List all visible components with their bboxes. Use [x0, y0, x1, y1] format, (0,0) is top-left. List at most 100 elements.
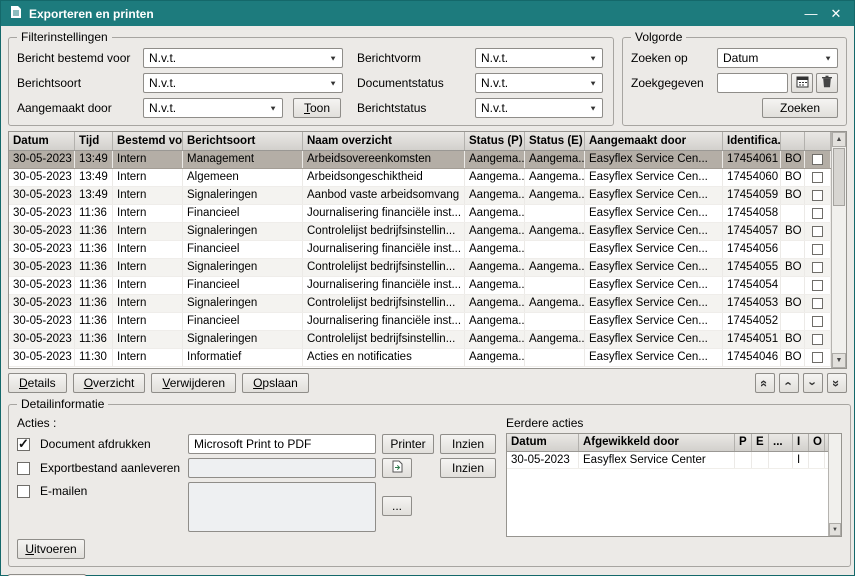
- uitvoeren-button[interactable]: Uitvoeren: [17, 539, 85, 559]
- eerdere-acties-scrollbar[interactable]: ▼: [828, 434, 841, 536]
- opslaan-button[interactable]: Opslaan: [242, 373, 309, 393]
- toon-button[interactable]: Toon: [293, 98, 341, 118]
- column-header[interactable]: Datum: [507, 434, 579, 451]
- row-checkbox[interactable]: [812, 298, 823, 309]
- cell-identificatie: 17454052: [723, 313, 781, 330]
- row-checkbox[interactable]: [812, 352, 823, 363]
- jump-first-button[interactable]: «: [755, 373, 775, 393]
- eerdere-acties-row[interactable]: 30-05-2023Easyflex Service CenterI: [507, 452, 828, 469]
- document-afdrukken-checkbox[interactable]: [17, 438, 30, 451]
- exportbestand-input[interactable]: [188, 458, 376, 478]
- column-header[interactable]: Bestemd voor: [113, 132, 183, 150]
- row-checkbox-cell: [805, 223, 831, 240]
- row-checkbox[interactable]: [812, 172, 823, 183]
- cell-tijd: 11:30: [75, 349, 113, 366]
- column-header[interactable]: [781, 132, 805, 150]
- table-row[interactable]: 30-05-202311:36InternFinancieelJournalis…: [9, 241, 831, 259]
- jump-last-button[interactable]: »: [827, 373, 847, 393]
- row-checkbox-cell: [805, 151, 831, 168]
- table-row[interactable]: 30-05-202311:36InternFinancieelJournalis…: [9, 205, 831, 223]
- row-up-button[interactable]: ‹: [779, 373, 799, 393]
- exportbestand-checkbox[interactable]: [17, 462, 30, 475]
- browse-button[interactable]: ...: [382, 496, 412, 516]
- printer-button[interactable]: Printer: [382, 434, 434, 454]
- row-checkbox[interactable]: [812, 208, 823, 219]
- column-header[interactable]: Naam overzicht: [303, 132, 465, 150]
- cell-status_e: Aangema...: [525, 187, 585, 204]
- scroll-up-button[interactable]: ▲: [832, 132, 846, 147]
- table-row[interactable]: 30-05-202313:49InternSignaleringenAanbod…: [9, 187, 831, 205]
- berichtvorm-select[interactable]: N.v.t.▼: [475, 48, 603, 68]
- table-row[interactable]: 30-05-202311:36InternSignaleringenContro…: [9, 259, 831, 277]
- email-textarea[interactable]: [188, 482, 376, 532]
- column-header[interactable]: Status (P): [465, 132, 525, 150]
- row-checkbox[interactable]: [812, 316, 823, 327]
- table-row[interactable]: 30-05-202313:49InternAlgemeenArbeidsonge…: [9, 169, 831, 187]
- zoeken-op-select[interactable]: Datum▼: [717, 48, 838, 68]
- bestemd-voor-select[interactable]: N.v.t.▼: [143, 48, 343, 68]
- column-header[interactable]: ...: [769, 434, 793, 451]
- verwijderen-button[interactable]: Verwijderen: [151, 373, 236, 393]
- column-header[interactable]: Afgewikkeld door: [579, 434, 735, 451]
- close-button[interactable]: ✕: [827, 6, 845, 22]
- row-checkbox[interactable]: [812, 190, 823, 201]
- calendar-button[interactable]: [791, 73, 813, 93]
- scroll-down-button[interactable]: ▼: [832, 353, 846, 368]
- row-checkbox-cell: [805, 295, 831, 312]
- delete-search-button[interactable]: [816, 73, 838, 93]
- details-button[interactable]: Details: [8, 373, 67, 393]
- table-row[interactable]: 30-05-202311:36InternSignaleringenContro…: [9, 223, 831, 241]
- table-row[interactable]: 30-05-202313:49InternManagementArbeidsov…: [9, 151, 831, 169]
- column-header[interactable]: O: [809, 434, 825, 451]
- arrow-up-icon: ▲: [836, 136, 843, 143]
- dialog-content: Filterinstellingen Bericht bestemd voor …: [1, 26, 854, 576]
- berichtstatus-select[interactable]: N.v.t.▼: [475, 98, 603, 118]
- column-header[interactable]: Aangemaakt door: [585, 132, 723, 150]
- cell-naam: Journalisering financiële inst...: [303, 241, 465, 258]
- zoeken-button[interactable]: Zoeken: [762, 98, 838, 118]
- table-row[interactable]: 30-05-202311:36InternSignaleringenContro…: [9, 295, 831, 313]
- chevron-down-icon: ▼: [824, 54, 832, 62]
- cell-status_e: Aangema...: [525, 295, 585, 312]
- column-header[interactable]: E: [752, 434, 769, 451]
- column-header[interactable]: P: [735, 434, 752, 451]
- column-header[interactable]: I: [793, 434, 809, 451]
- table-row[interactable]: 30-05-202311:36InternFinancieelJournalis…: [9, 277, 831, 295]
- table-row[interactable]: 30-05-202311:36InternSignaleringenContro…: [9, 331, 831, 349]
- column-header[interactable]: Identifica...: [723, 132, 781, 150]
- cell-identificatie: 17454061: [723, 151, 781, 168]
- cell-tijd: 13:49: [75, 169, 113, 186]
- scroll-thumb[interactable]: [833, 148, 845, 206]
- column-header[interactable]: Berichtsoort: [183, 132, 303, 150]
- cell-identificatie: 17454060: [723, 169, 781, 186]
- overzicht-button[interactable]: Overzicht: [73, 373, 146, 393]
- row-checkbox[interactable]: [812, 154, 823, 165]
- emailen-checkbox[interactable]: [17, 485, 30, 498]
- row-checkbox[interactable]: [812, 280, 823, 291]
- cell-status_p: Aangema...: [465, 223, 525, 240]
- inzien-export-button[interactable]: Inzien: [440, 458, 496, 478]
- aangemaakt-door-select[interactable]: N.v.t.▼: [143, 98, 283, 118]
- inzien-print-button[interactable]: Inzien: [440, 434, 496, 454]
- column-header[interactable]: Status (E): [525, 132, 585, 150]
- cell-aangemaakt_door: Easyflex Service Cen...: [585, 205, 723, 222]
- row-down-button[interactable]: ›: [803, 373, 823, 393]
- table-row[interactable]: 30-05-202311:36InternFinancieelJournalis…: [9, 313, 831, 331]
- scroll-track[interactable]: [832, 147, 846, 353]
- export-file-button[interactable]: [382, 458, 412, 478]
- eerdere-scroll-down-button[interactable]: ▼: [829, 523, 841, 536]
- table-row[interactable]: 30-05-202311:30InternInformatiefActies e…: [9, 349, 831, 367]
- cell-berichtsoort: Management: [183, 151, 303, 168]
- column-header[interactable]: Datum: [9, 132, 75, 150]
- row-checkbox[interactable]: [812, 226, 823, 237]
- row-checkbox[interactable]: [812, 244, 823, 255]
- row-checkbox[interactable]: [812, 334, 823, 345]
- documentstatus-select[interactable]: N.v.t.▼: [475, 73, 603, 93]
- column-header[interactable]: Tijd: [75, 132, 113, 150]
- printer-name-input[interactable]: Microsoft Print to PDF: [188, 434, 376, 454]
- berichtsoort-select[interactable]: N.v.t.▼: [143, 73, 343, 93]
- table-scrollbar[interactable]: ▲ ▼: [831, 132, 846, 368]
- row-checkbox[interactable]: [812, 262, 823, 273]
- minimize-button[interactable]: —: [802, 6, 820, 21]
- zoekgegeven-input[interactable]: [717, 73, 788, 93]
